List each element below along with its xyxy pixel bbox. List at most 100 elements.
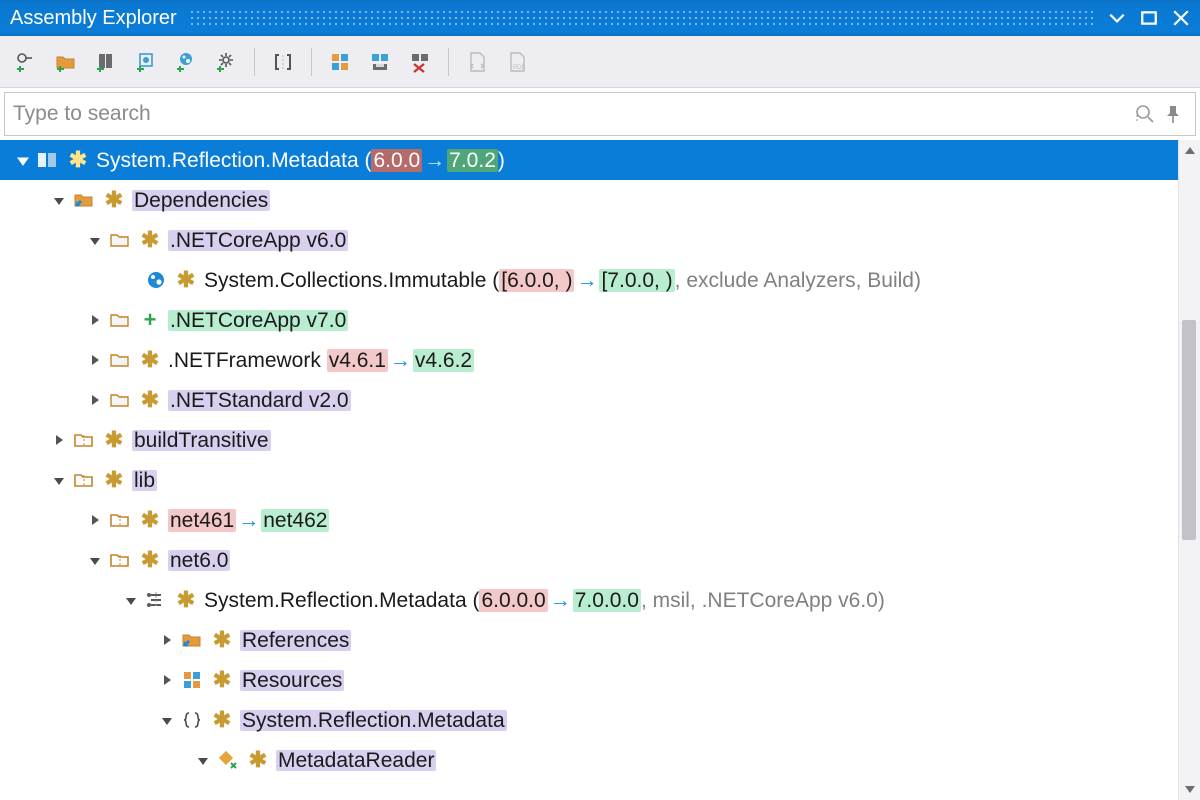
window-buttons	[1108, 9, 1190, 27]
tree-node-sci[interactable]: ✱ System.Collections.Immutable ([6.0.0, …	[0, 260, 1178, 300]
folder-icon	[108, 308, 132, 332]
tree-node-dependencies[interactable]: ✱ Dependencies	[0, 180, 1178, 220]
tree-node-srm-lib[interactable]: ✱ System.Reflection.Metadata (6.0.0.0→7.…	[0, 580, 1178, 620]
diff-marker-icon: ✱	[138, 549, 162, 571]
folder-split-icon	[108, 508, 132, 532]
expand-toggle[interactable]	[84, 349, 106, 371]
diff-marker-icon: ✱	[66, 149, 90, 171]
diff-marker-icon: ✱	[138, 389, 162, 411]
diff-marker-icon: ✱	[102, 469, 126, 491]
expand-toggle[interactable]	[192, 749, 214, 771]
node-label: net6.0	[168, 550, 230, 571]
expand-toggle[interactable]	[84, 509, 106, 531]
brackets-icon[interactable]	[265, 44, 301, 80]
vertical-scrollbar[interactable]	[1178, 140, 1200, 800]
diff-marker-icon: ✱	[174, 269, 198, 291]
open-folder-icon[interactable]	[48, 44, 84, 80]
folder-icon	[108, 228, 132, 252]
tree-node-resources[interactable]: ✱ Resources	[0, 660, 1178, 700]
expand-toggle[interactable]	[84, 389, 106, 411]
toolbar: PDB	[0, 36, 1200, 88]
folder-split-icon	[72, 468, 96, 492]
expand-toggle[interactable]	[84, 229, 106, 251]
scroll-up-icon[interactable]	[1181, 142, 1199, 160]
pdb-doc-icon[interactable]: PDB	[499, 44, 535, 80]
tree-node-net46x[interactable]: ✱ net461→net462	[0, 500, 1178, 540]
diff-marker-icon: ✱	[102, 189, 126, 211]
node-label: .NETCoreApp v6.0	[168, 230, 348, 251]
pin-icon[interactable]	[1159, 103, 1187, 125]
tree-node-net60[interactable]: ✱ net6.0	[0, 540, 1178, 580]
expand-toggle[interactable]	[156, 709, 178, 731]
expand-toggle[interactable]	[84, 309, 106, 331]
tree-node-netcoreapp7[interactable]: + .NETCoreApp v7.0	[0, 300, 1178, 340]
grid-folder-icon	[180, 668, 204, 692]
toolbar-separator	[448, 48, 449, 76]
add-stacked-icon[interactable]	[88, 44, 124, 80]
tree-node-netstandard[interactable]: ✱ .NETStandard v2.0	[0, 380, 1178, 420]
tree-node-references[interactable]: ✱ References	[0, 620, 1178, 660]
folder-icon	[108, 348, 132, 372]
add-reference-icon[interactable]	[8, 44, 44, 80]
search-icon[interactable]	[1131, 103, 1159, 125]
node-label: References	[240, 630, 351, 651]
node-label: System.Reflection.Metadata	[240, 710, 507, 731]
tree-node-netcoreapp6[interactable]: ✱ .NETCoreApp v6.0	[0, 220, 1178, 260]
tree-node-buildtransitive[interactable]: ✱ buildTransitive	[0, 420, 1178, 460]
folder-link-icon	[180, 628, 204, 652]
assembly-compare-icon	[36, 148, 60, 172]
search-bar	[4, 92, 1196, 136]
diff-marker-icon: ✱	[138, 349, 162, 371]
node-label: System.Reflection.Metadata (6.0.0→7.0.2)	[96, 150, 505, 171]
add-module-icon[interactable]	[128, 44, 164, 80]
assembly-tree[interactable]: ✱ System.Reflection.Metadata (6.0.0→7.0.…	[0, 140, 1178, 800]
node-label: Resources	[240, 670, 344, 691]
tree-container: ✱ System.Reflection.Metadata (6.0.0→7.0.…	[0, 140, 1200, 800]
folder-icon	[108, 388, 132, 412]
tree-root-node[interactable]: ✱ System.Reflection.Metadata (6.0.0→7.0.…	[0, 140, 1178, 180]
namespace-braces-icon	[180, 708, 204, 732]
node-label: buildTransitive	[132, 430, 271, 451]
assembly-split-icon	[144, 588, 168, 612]
titlebar-gripper[interactable]	[189, 9, 1096, 27]
save-list-icon[interactable]	[362, 44, 398, 80]
node-label: .NETFramework v4.6.1→v4.6.2	[168, 350, 474, 371]
folder-split-icon	[108, 548, 132, 572]
nuget-icon	[144, 268, 168, 292]
search-input[interactable]	[13, 102, 1131, 126]
diff-marker-icon: ✱	[138, 229, 162, 251]
expand-toggle[interactable]	[84, 549, 106, 571]
expand-spacer	[120, 269, 142, 291]
diff-marker-icon: ✱	[210, 669, 234, 691]
scroll-down-icon[interactable]	[1181, 780, 1199, 798]
grid-icon[interactable]	[322, 44, 358, 80]
dropdown-icon[interactable]	[1108, 9, 1126, 27]
folder-link-icon	[72, 188, 96, 212]
close-icon[interactable]	[1172, 9, 1190, 27]
scroll-thumb[interactable]	[1182, 320, 1196, 540]
tree-node-namespace[interactable]: ✱ System.Reflection.Metadata	[0, 700, 1178, 740]
expand-toggle[interactable]	[48, 189, 70, 211]
maximize-icon[interactable]	[1140, 9, 1158, 27]
expand-toggle[interactable]	[48, 429, 70, 451]
add-nuget-icon[interactable]	[168, 44, 204, 80]
tree-node-lib[interactable]: ✱ lib	[0, 460, 1178, 500]
folder-split-icon	[72, 428, 96, 452]
expand-toggle[interactable]	[120, 589, 142, 611]
title-bar: Assembly Explorer	[0, 0, 1200, 36]
settings-icon[interactable]	[208, 44, 244, 80]
expand-toggle[interactable]	[156, 629, 178, 651]
xml-doc-icon[interactable]	[459, 44, 495, 80]
node-label: MetadataReader	[276, 750, 436, 771]
clear-icon[interactable]	[402, 44, 438, 80]
added-marker-icon: +	[138, 309, 162, 331]
expand-toggle[interactable]	[48, 469, 70, 491]
toolbar-separator	[311, 48, 312, 76]
node-label: lib	[132, 470, 157, 491]
expand-toggle[interactable]	[156, 669, 178, 691]
expand-toggle[interactable]	[12, 149, 34, 171]
tree-node-metadatareader[interactable]: ✱ MetadataReader	[0, 740, 1178, 780]
tree-node-netframework[interactable]: ✱ .NETFramework v4.6.1→v4.6.2	[0, 340, 1178, 380]
node-label: .NETStandard v2.0	[168, 390, 351, 411]
node-label: System.Reflection.Metadata (6.0.0.0→7.0.…	[204, 590, 885, 611]
